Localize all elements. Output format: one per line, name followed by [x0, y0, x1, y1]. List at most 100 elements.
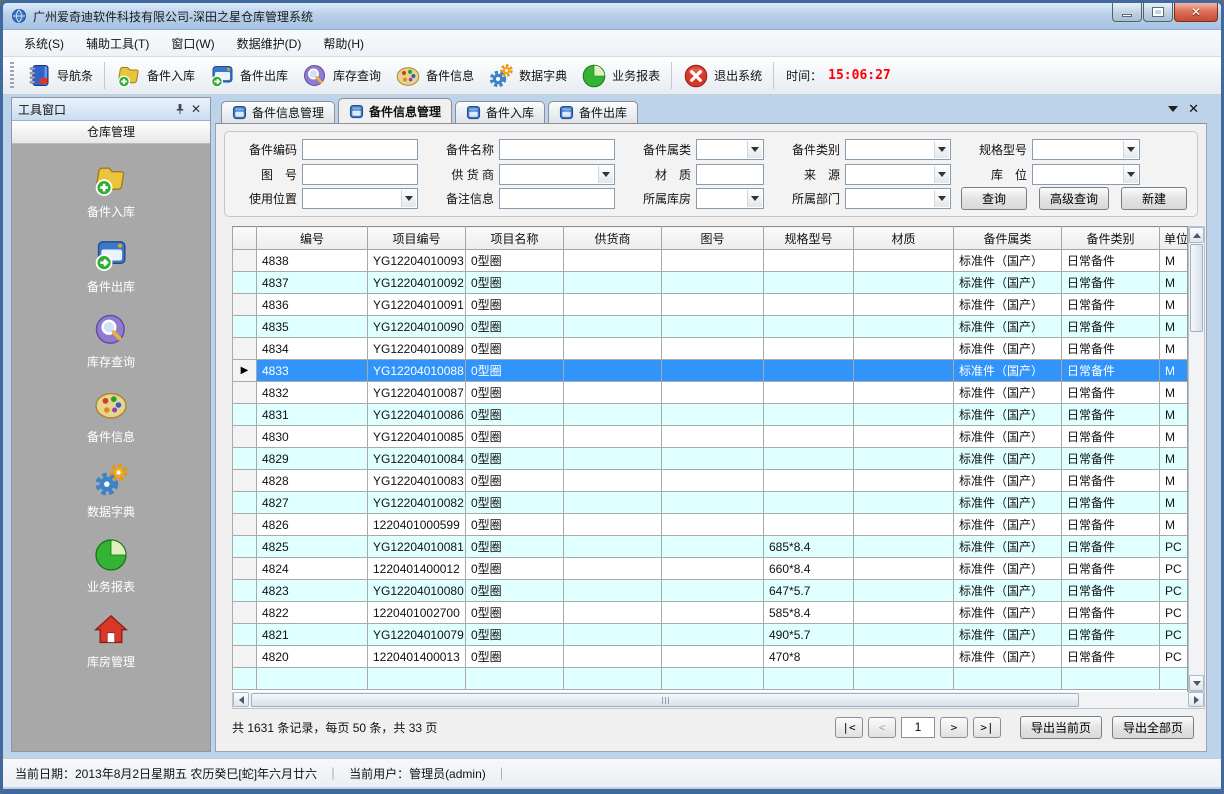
- search-input-part-name[interactable]: [499, 139, 615, 160]
- row-selector-cell[interactable]: [233, 272, 257, 294]
- table-cell[interactable]: 4830: [257, 426, 368, 448]
- table-cell[interactable]: [854, 272, 954, 294]
- table-cell[interactable]: 490*5.7: [764, 624, 854, 646]
- table-cell[interactable]: 0型圈: [466, 382, 564, 404]
- table-cell[interactable]: 685*8.4: [764, 536, 854, 558]
- pin-icon[interactable]: [172, 101, 188, 117]
- table-row[interactable]: 482412204014000120型圈660*8.4标准件（国产）日常备件PC: [233, 558, 1188, 580]
- menu-item-aux-tools[interactable]: 辅助工具(T): [75, 30, 160, 57]
- table-cell[interactable]: 4838: [257, 250, 368, 272]
- table-cell[interactable]: 660*8.4: [764, 558, 854, 580]
- table-cell[interactable]: [854, 426, 954, 448]
- table-cell[interactable]: 0型圈: [466, 360, 564, 382]
- table-cell[interactable]: 标准件（国产）: [954, 448, 1062, 470]
- table-cell[interactable]: YG12204010082: [368, 492, 466, 514]
- toolbar-button-stock-query[interactable]: 库存查询: [295, 59, 388, 93]
- toolbar-button-parts-outbound[interactable]: 备件出库: [202, 59, 295, 93]
- row-selector-cell[interactable]: [233, 250, 257, 272]
- search-select-part-category[interactable]: [845, 139, 951, 160]
- table-cell[interactable]: 标准件（国产）: [954, 294, 1062, 316]
- table-cell[interactable]: M: [1160, 250, 1188, 272]
- table-cell[interactable]: [564, 514, 662, 536]
- table-cell[interactable]: 0型圈: [466, 448, 564, 470]
- chevron-down-icon[interactable]: [1123, 166, 1138, 183]
- horizontal-scrollbar[interactable]: [232, 692, 1205, 709]
- chevron-down-icon[interactable]: [934, 166, 949, 183]
- table-cell[interactable]: [662, 624, 764, 646]
- table-cell[interactable]: 4824: [257, 558, 368, 580]
- table-cell[interactable]: 日常备件: [1062, 448, 1160, 470]
- table-row[interactable]: 4830YG122040100850型圈标准件（国产）日常备件M: [233, 426, 1188, 448]
- tab-parts-outbound[interactable]: 备件出库: [548, 101, 638, 123]
- table-cell[interactable]: [854, 404, 954, 426]
- table-cell[interactable]: YG12204010091: [368, 294, 466, 316]
- table-cell[interactable]: [662, 536, 764, 558]
- table-cell[interactable]: M: [1160, 316, 1188, 338]
- table-cell[interactable]: 0型圈: [466, 558, 564, 580]
- table-cell[interactable]: 日常备件: [1062, 272, 1160, 294]
- next-page-button[interactable]: >: [940, 717, 968, 738]
- table-cell[interactable]: [764, 470, 854, 492]
- dock-item-business-report[interactable]: 业务报表: [51, 537, 171, 595]
- table-cell[interactable]: [564, 602, 662, 624]
- menu-item-help[interactable]: 帮助(H): [312, 30, 375, 57]
- table-cell[interactable]: [662, 272, 764, 294]
- chevron-down-icon[interactable]: [747, 141, 762, 158]
- table-cell[interactable]: [854, 382, 954, 404]
- table-cell[interactable]: [854, 514, 954, 536]
- table-cell[interactable]: 4826: [257, 514, 368, 536]
- table-cell[interactable]: [662, 360, 764, 382]
- table-cell[interactable]: YG12204010083: [368, 470, 466, 492]
- menu-item-window-menu[interactable]: 窗口(W): [160, 30, 225, 57]
- search-select-warehouse[interactable]: [696, 188, 764, 209]
- row-selector-cell[interactable]: [233, 382, 257, 404]
- dock-close-icon[interactable]: ✕: [188, 101, 204, 117]
- table-cell[interactable]: [854, 646, 954, 668]
- table-cell[interactable]: 日常备件: [1062, 580, 1160, 602]
- table-cell[interactable]: 1220401400012: [368, 558, 466, 580]
- table-cell[interactable]: [662, 602, 764, 624]
- chevron-down-icon[interactable]: [401, 190, 416, 207]
- table-cell[interactable]: 4831: [257, 404, 368, 426]
- table-cell[interactable]: [854, 316, 954, 338]
- table-cell[interactable]: [1062, 668, 1160, 690]
- table-cell[interactable]: 0型圈: [466, 646, 564, 668]
- table-cell[interactable]: 日常备件: [1062, 646, 1160, 668]
- toolbar-button-parts-info[interactable]: 备件信息: [388, 59, 481, 93]
- table-cell[interactable]: 标准件（国产）: [954, 404, 1062, 426]
- row-selector-cell[interactable]: [233, 668, 257, 690]
- table-cell[interactable]: [764, 316, 854, 338]
- table-cell[interactable]: 4823: [257, 580, 368, 602]
- table-cell[interactable]: 日常备件: [1062, 492, 1160, 514]
- table-cell[interactable]: [564, 492, 662, 514]
- table-cell[interactable]: 标准件（国产）: [954, 382, 1062, 404]
- table-row[interactable]: 482212204010027000型圈585*8.4标准件（国产）日常备件PC: [233, 602, 1188, 624]
- table-cell[interactable]: 0型圈: [466, 536, 564, 558]
- table-cell[interactable]: [564, 294, 662, 316]
- first-page-button[interactable]: |<: [835, 717, 863, 738]
- column-header[interactable]: 项目编号: [368, 227, 466, 250]
- toolbar-button-nav-bar[interactable]: 导航条: [19, 59, 100, 93]
- table-cell[interactable]: 0型圈: [466, 426, 564, 448]
- dock-item-data-dictionary[interactable]: 数据字典: [51, 462, 171, 520]
- table-cell[interactable]: 4821: [257, 624, 368, 646]
- table-cell[interactable]: 标准件（国产）: [954, 536, 1062, 558]
- table-cell[interactable]: [764, 338, 854, 360]
- table-cell[interactable]: [662, 646, 764, 668]
- table-cell[interactable]: 标准件（国产）: [954, 470, 1062, 492]
- table-cell[interactable]: 4833: [257, 360, 368, 382]
- table-cell[interactable]: PC: [1160, 580, 1188, 602]
- table-cell[interactable]: 0型圈: [466, 470, 564, 492]
- table-row[interactable]: 4829YG122040100840型圈标准件（国产）日常备件M: [233, 448, 1188, 470]
- search-input-part-code[interactable]: [302, 139, 418, 160]
- row-selector-cell[interactable]: [233, 492, 257, 514]
- table-cell[interactable]: M: [1160, 514, 1188, 536]
- toolbar-button-business-report[interactable]: 业务报表: [574, 59, 667, 93]
- minimize-button[interactable]: [1112, 3, 1142, 22]
- table-cell[interactable]: 日常备件: [1062, 536, 1160, 558]
- table-cell[interactable]: 标准件（国产）: [954, 624, 1062, 646]
- table-cell[interactable]: 标准件（国产）: [954, 360, 1062, 382]
- column-header[interactable]: 材质: [854, 227, 954, 250]
- new-button[interactable]: 新建: [1121, 187, 1187, 210]
- toolbar-button-data-dictionary[interactable]: 数据字典: [481, 59, 574, 93]
